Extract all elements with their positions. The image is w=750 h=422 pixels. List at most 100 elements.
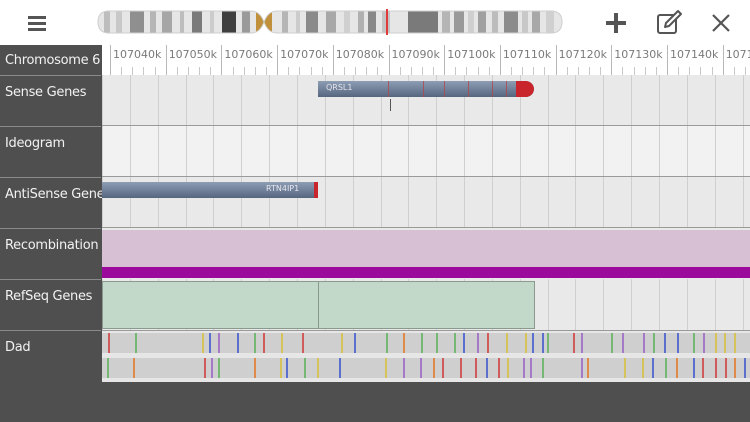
close-x-icon[interactable] [706, 8, 736, 38]
variant-mark[interactable] [532, 333, 534, 353]
variant-mark[interactable] [715, 333, 717, 353]
variant-mark[interactable] [211, 358, 213, 378]
variant-mark[interactable] [523, 358, 525, 378]
variant-mark[interactable] [547, 333, 549, 353]
variant-mark[interactable] [442, 358, 444, 378]
variant-mark[interactable] [506, 333, 508, 353]
variant-mark[interactable] [653, 333, 655, 353]
variant-mark[interactable] [218, 333, 220, 353]
variant-mark[interactable] [403, 333, 405, 353]
chromosome-ideogram-navigator[interactable] [96, 9, 564, 35]
variant-mark[interactable] [525, 333, 527, 353]
variant-mark[interactable] [643, 333, 645, 353]
variant-mark[interactable] [339, 358, 341, 378]
variant-mark[interactable] [581, 358, 583, 378]
variant-mark[interactable] [642, 358, 644, 378]
variant-mark[interactable] [715, 358, 717, 378]
variant-mark[interactable] [107, 358, 109, 378]
variant-mark[interactable] [475, 358, 477, 378]
variant-mark[interactable] [677, 333, 679, 353]
variant-mark[interactable] [624, 358, 626, 378]
variant-mark[interactable] [433, 358, 435, 378]
track-recombination-rate[interactable] [102, 228, 750, 279]
variant-mark[interactable] [702, 358, 704, 378]
variant-mark[interactable] [507, 358, 509, 378]
variant-mark[interactable] [693, 333, 695, 353]
variant-mark[interactable] [486, 358, 488, 378]
variant-mark[interactable] [581, 333, 583, 353]
refseq-gene-block[interactable] [318, 281, 535, 329]
variant-mark[interactable] [254, 333, 256, 353]
variant-mark[interactable] [403, 358, 405, 378]
track-label-refseq[interactable]: RefSeq Genes [0, 280, 101, 330]
variant-mark[interactable] [611, 333, 613, 353]
variant-mark[interactable] [744, 358, 746, 378]
variant-mark[interactable] [286, 358, 288, 378]
track-dad-variants[interactable] [102, 331, 750, 382]
hamburger-menu-icon[interactable] [22, 8, 52, 38]
variant-mark[interactable] [587, 358, 589, 378]
ruler-major-tick [444, 45, 446, 75]
track-sense-genes[interactable]: QRSL1 [102, 75, 750, 125]
variant-mark[interactable] [622, 333, 624, 353]
variant-mark[interactable] [542, 333, 544, 353]
track-ideogram[interactable] [102, 126, 750, 176]
track-label-antisense[interactable]: AntiSense Genes [0, 178, 111, 228]
track-label-recombination[interactable]: Recombination Rate [0, 229, 131, 279]
refseq-gene-block[interactable] [102, 281, 319, 329]
variant-mark[interactable] [436, 333, 438, 353]
variant-mark[interactable] [386, 333, 388, 353]
variant-mark[interactable] [133, 358, 135, 378]
track-label-sense[interactable]: Sense Genes [0, 76, 101, 126]
variant-mark[interactable] [542, 358, 544, 378]
track-label-ideogram[interactable]: Ideogram [0, 127, 101, 177]
variant-mark[interactable] [665, 358, 667, 378]
variant-mark[interactable] [420, 358, 422, 378]
variant-mark[interactable] [676, 358, 678, 378]
variant-mark[interactable] [487, 333, 489, 353]
variant-mark[interactable] [218, 358, 220, 378]
variant-mark[interactable] [209, 333, 211, 353]
variant-mark[interactable] [530, 358, 532, 378]
track-refseq-genes[interactable] [102, 279, 750, 330]
variant-mark[interactable] [498, 358, 500, 378]
variant-mark[interactable] [454, 333, 456, 353]
variant-mark[interactable] [263, 333, 265, 353]
variant-mark[interactable] [135, 333, 137, 353]
gene-qrsl1[interactable]: QRSL1 [318, 81, 534, 97]
variant-mark[interactable] [421, 333, 423, 353]
variant-mark[interactable] [317, 358, 319, 378]
variant-mark[interactable] [280, 358, 282, 378]
variant-mark[interactable] [703, 333, 705, 353]
variant-mark[interactable] [302, 333, 304, 353]
variant-mark[interactable] [385, 358, 387, 378]
variant-mark[interactable] [693, 358, 695, 378]
variant-mark[interactable] [664, 333, 666, 353]
variant-mark[interactable] [108, 333, 110, 353]
variant-mark[interactable] [237, 333, 239, 353]
variant-mark[interactable] [652, 358, 654, 378]
variant-mark[interactable] [724, 333, 726, 353]
variant-mark[interactable] [734, 358, 736, 378]
chromosome-band [478, 11, 486, 33]
edit-pencil-icon[interactable] [654, 8, 684, 38]
variant-mark[interactable] [573, 333, 575, 353]
track-antisense-genes[interactable]: RTN4IP1 [102, 177, 750, 227]
track-label-dad[interactable]: Dad [0, 331, 101, 382]
plus-icon[interactable] [601, 8, 631, 38]
variant-mark[interactable] [341, 333, 343, 353]
variant-mark[interactable] [204, 358, 206, 378]
variant-mark[interactable] [477, 333, 479, 353]
variant-mark[interactable] [281, 333, 283, 353]
gene-rtn4ip1[interactable]: RTN4IP1 [102, 182, 318, 198]
variant-mark[interactable] [354, 333, 356, 353]
variant-mark[interactable] [463, 333, 465, 353]
variant-mark[interactable] [202, 333, 204, 353]
tracks-panel[interactable]: QRSL1 RTN4IP1 [102, 75, 750, 382]
variant-mark[interactable] [734, 333, 736, 353]
variant-mark[interactable] [725, 358, 727, 378]
genomic-position-ruler[interactable]: 107040k 107050k 107060k 107070k 107080k 10709… [102, 45, 750, 75]
variant-mark[interactable] [254, 358, 256, 378]
variant-mark[interactable] [460, 358, 462, 378]
variant-mark[interactable] [304, 358, 306, 378]
